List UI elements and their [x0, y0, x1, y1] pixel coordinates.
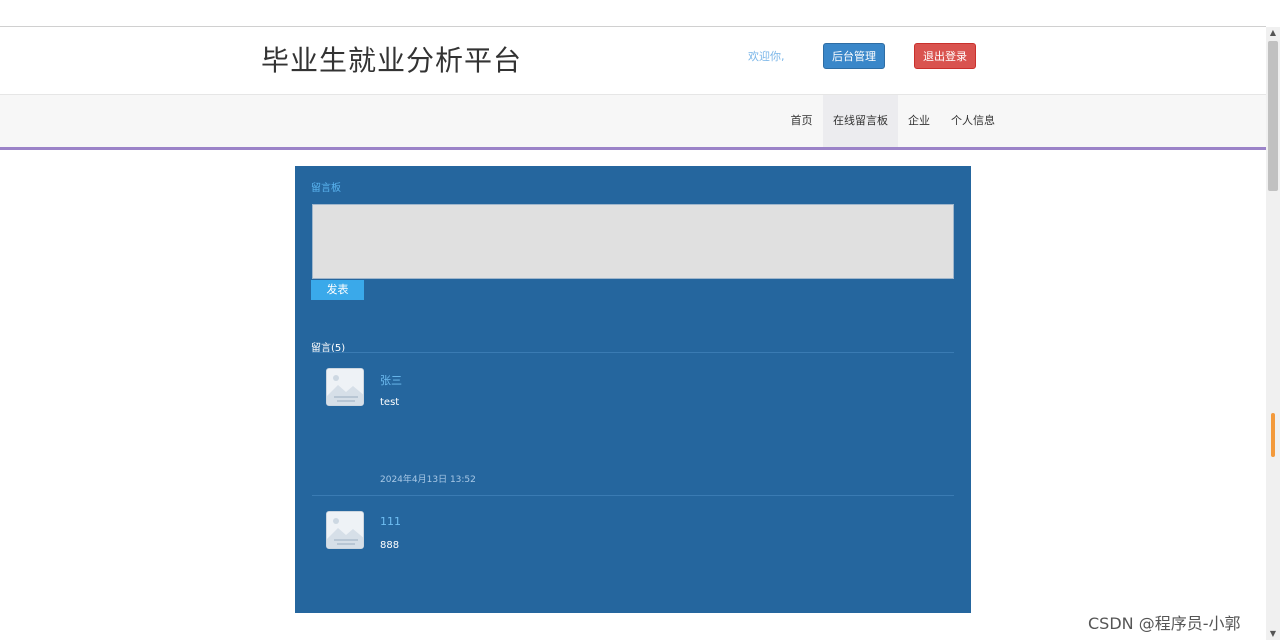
scroll-down-arrow-icon[interactable]: ▼: [1266, 628, 1280, 640]
message-item: 111 888: [312, 511, 954, 601]
nav-item-profile[interactable]: 个人信息: [940, 95, 1006, 147]
message-user[interactable]: 111: [380, 515, 401, 528]
welcome-text: 欢迎你,: [748, 50, 785, 63]
message-text: test: [380, 397, 400, 408]
post-button[interactable]: 发表: [311, 280, 364, 300]
message-item: 张三 test 2024年4月13日 13:52: [312, 368, 954, 494]
message-input[interactable]: [312, 204, 954, 279]
scroll-position-marker: [1271, 413, 1275, 457]
nav-item-message-board[interactable]: 在线留言板: [823, 95, 898, 147]
site-title: 毕业生就业分析平台: [261, 44, 523, 77]
admin-button[interactable]: 后台管理: [823, 43, 885, 69]
scrollbar-thumb[interactable]: [1268, 41, 1278, 191]
browser-top-strip: [0, 0, 1266, 27]
site-header: 毕业生就业分析平台 欢迎你, 后台管理 退出登录: [0, 27, 1266, 95]
nav-item-company[interactable]: 企业: [898, 95, 940, 147]
avatar-placeholder-icon: [326, 368, 364, 406]
message-time: 2024年4月13日 13:52: [380, 475, 476, 485]
navbar: 首页 在线留言板 企业 个人信息: [0, 95, 1266, 147]
navbar-underline: [0, 147, 1266, 150]
message-board-panel: 留言板 发表 留言(5) 张三 test 2024年4月13日 13:52 11…: [295, 166, 971, 613]
board-title: 留言板: [311, 183, 341, 194]
avatar-placeholder-icon: [326, 511, 364, 549]
scroll-up-arrow-icon[interactable]: ▲: [1266, 27, 1280, 39]
divider: [312, 352, 954, 353]
logout-button[interactable]: 退出登录: [914, 43, 976, 69]
message-text: 888: [380, 540, 400, 551]
watermark: CSDN @程序员-小郭: [1088, 614, 1241, 633]
page-scrollbar[interactable]: ▲ ▼: [1266, 27, 1280, 640]
nav-item-home[interactable]: 首页: [780, 95, 823, 147]
divider: [312, 495, 954, 496]
message-user[interactable]: 张三: [380, 372, 402, 388]
page: 毕业生就业分析平台 欢迎你, 后台管理 退出登录 首页 在线留言板 企业 个人信…: [0, 0, 1280, 640]
